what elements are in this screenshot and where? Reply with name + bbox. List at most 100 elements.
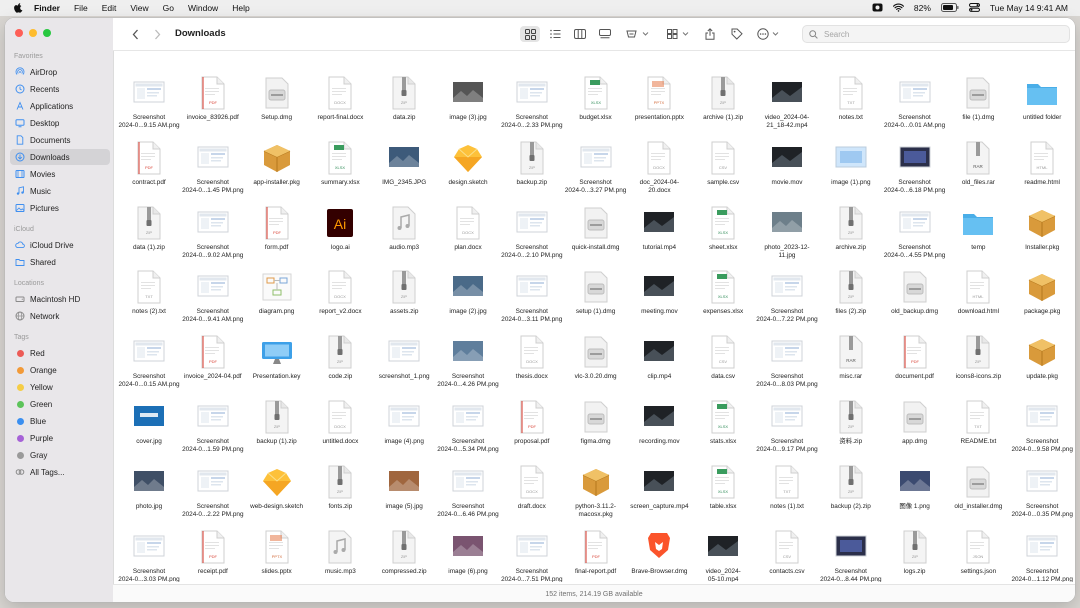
file-item[interactable]: Screenshot 2024-0...2.10 PM.png [501, 206, 563, 270]
file-item[interactable]: TXT notes (2).txt [119, 270, 179, 334]
file-item[interactable]: PDF receipt.pdf [183, 530, 243, 582]
arrange-button[interactable] [666, 26, 692, 42]
sidebar-item-network[interactable]: Network [10, 308, 110, 324]
file-item[interactable]: Screenshot 2024-0...0.35 PM.png [1011, 465, 1073, 529]
file-item[interactable]: Screenshot 2024-0...0.01 AM.png [884, 76, 945, 140]
control-center-icon[interactable] [968, 2, 980, 14]
file-item[interactable]: PPTX slides.pptx [247, 530, 307, 582]
file-item[interactable]: image (1).png [821, 141, 881, 205]
file-item[interactable]: Screenshot 2024-0...8.44 PM.png [820, 530, 882, 582]
sidebar-tag-blue[interactable]: Blue [10, 413, 110, 429]
file-item[interactable]: XLSX budget.xlsx [566, 76, 626, 140]
column-view-button[interactable] [571, 26, 589, 42]
file-item[interactable]: Screenshot 2024-0...2.33 PM.png [501, 76, 563, 140]
list-view-button[interactable] [546, 26, 564, 42]
sidebar-item-pictures[interactable]: Pictures [10, 200, 110, 216]
file-item[interactable]: PDF form.pdf [247, 206, 307, 270]
file-item[interactable]: app.dmg [885, 400, 945, 464]
file-item[interactable]: PDF final-report.pdf [566, 530, 626, 582]
file-item[interactable]: HTML readme.html [1012, 141, 1072, 205]
file-item[interactable]: update.pkg [1012, 335, 1072, 399]
gallery-view-button[interactable] [596, 26, 614, 42]
file-item[interactable]: image (6).png [438, 530, 498, 582]
back-button[interactable] [129, 27, 141, 41]
file-item[interactable]: vlc-3.0.20.dmg [566, 335, 626, 399]
file-item[interactable]: Screenshot 2024-0...0.15 AM.png [118, 335, 180, 399]
zoom-button[interactable] [43, 29, 51, 37]
file-item[interactable]: TXT notes (1).txt [757, 465, 817, 529]
forward-button[interactable] [151, 27, 163, 41]
menu-file[interactable]: File [74, 3, 88, 13]
file-item[interactable]: ZIP code.zip [310, 335, 370, 399]
file-item[interactable]: file (1).dmg [948, 76, 1008, 140]
file-item[interactable]: DOCX plan.docx [438, 206, 498, 270]
file-item[interactable]: 图像 1.png [885, 465, 945, 529]
file-item[interactable]: image (5).jpg [374, 465, 434, 529]
file-item[interactable]: RAR old_files.rar [948, 141, 1008, 205]
file-item[interactable]: Screenshot 2024-0...1.59 PM.png [182, 400, 244, 464]
file-item[interactable]: photo.jpg [119, 465, 179, 529]
file-item[interactable]: ZIP backup (1).zip [247, 400, 307, 464]
file-item[interactable]: web-design.sketch [247, 465, 307, 529]
menu-help[interactable]: Help [232, 3, 249, 13]
file-item[interactable]: Screenshot 2024-0...9.41 AM.png [182, 270, 243, 334]
file-item[interactable]: design.sketch [438, 141, 498, 205]
sidebar-tag-gray[interactable]: Gray [10, 447, 110, 463]
file-item[interactable]: DOCX untitled.docx [310, 400, 370, 464]
file-item[interactable]: Setup.dmg [247, 76, 307, 140]
edit-tags-button[interactable] [729, 26, 745, 42]
file-item[interactable]: setup (1).dmg [566, 270, 626, 334]
file-item[interactable]: ZIP compressed.zip [374, 530, 434, 582]
file-item[interactable]: audio.mp3 [374, 206, 434, 270]
action-menu-button[interactable] [756, 26, 782, 42]
file-item[interactable]: Screenshot 2024-0...9.02 AM.png [182, 206, 243, 270]
file-item[interactable]: Screenshot 2024-0...9.15 AM.png [118, 76, 180, 140]
file-item[interactable]: DOCX thesis.docx [502, 335, 562, 399]
file-item[interactable]: XLSX summary.xlsx [310, 141, 370, 205]
file-item[interactable]: Screenshot 2024-0...3.27 PM.png [565, 141, 626, 205]
sidebar-item-shared[interactable]: Shared [10, 254, 110, 270]
group-by-button[interactable] [625, 26, 651, 42]
file-item[interactable]: HTML download.html [948, 270, 1008, 334]
file-item[interactable]: PDF invoice_2024-04.pdf [183, 335, 243, 399]
file-item[interactable]: app-installer.pkg [247, 141, 307, 205]
file-item[interactable]: ZIP archive.zip [821, 206, 881, 270]
file-item[interactable]: image (4).png [374, 400, 434, 464]
clock[interactable]: Tue May 14 9:41 AM [990, 3, 1068, 13]
file-item[interactable]: CSV data.csv [693, 335, 753, 399]
close-button[interactable] [15, 29, 23, 37]
file-item[interactable]: image (2).jpg [438, 270, 498, 334]
file-item[interactable]: Screenshot 2024-0...8.03 PM.png [756, 335, 818, 399]
file-item[interactable]: package.pkg [1012, 270, 1072, 334]
file-item[interactable]: untitled folder [1012, 76, 1072, 140]
file-item[interactable]: DOCX report-final.docx [310, 76, 370, 140]
file-item[interactable]: DOCX report_v2.docx [310, 270, 370, 334]
file-item[interactable]: ZIP fonts.zip [310, 465, 370, 529]
file-item[interactable]: ZIP backup (2).zip [821, 465, 881, 529]
file-item[interactable]: ZIP icons8-icons.zip [948, 335, 1008, 399]
file-item[interactable]: video_2024- 05-10.mp4 [693, 530, 753, 582]
menu-view[interactable]: View [130, 3, 148, 13]
file-item[interactable]: Screenshot 2024-0...5.34 PM.png [437, 400, 499, 464]
file-item[interactable]: ZIP data (1).zip [119, 206, 179, 270]
file-item[interactable]: XLSX table.xlsx [693, 465, 753, 529]
sidebar-tag-yellow[interactable]: Yellow [10, 379, 110, 395]
file-item[interactable]: DOCX doc_2024-04- 20.docx [629, 141, 689, 205]
sidebar-item-macintosh-hd[interactable]: Macintosh HD [10, 291, 110, 307]
sidebar-tag-orange[interactable]: Orange [10, 362, 110, 378]
file-item[interactable]: Screenshot 2024-0...1.12 PM.png [1011, 530, 1073, 582]
sidebar-tag-purple[interactable]: Purple [10, 430, 110, 446]
file-item[interactable]: ZIP assets.zip [374, 270, 434, 334]
file-item[interactable]: old_backup.dmg [885, 270, 945, 334]
file-item[interactable]: quick-install.dmg [566, 206, 626, 270]
file-item[interactable]: temp [948, 206, 1008, 270]
menu-edit[interactable]: Edit [102, 3, 117, 13]
file-item[interactable]: Screenshot 2024-0...9.17 PM.png [756, 400, 818, 464]
file-item[interactable]: clip.mp4 [629, 335, 689, 399]
file-item[interactable]: tutorial.mp4 [629, 206, 689, 270]
file-item[interactable]: ZIP data.zip [374, 76, 434, 140]
screen-record-icon[interactable] [872, 3, 883, 14]
file-item[interactable]: XLSX sheet.xlsx [693, 206, 753, 270]
file-item[interactable]: Screenshot 2024-0...6.18 PM.png [884, 141, 945, 205]
file-item[interactable]: old_installer.dmg [948, 465, 1008, 529]
